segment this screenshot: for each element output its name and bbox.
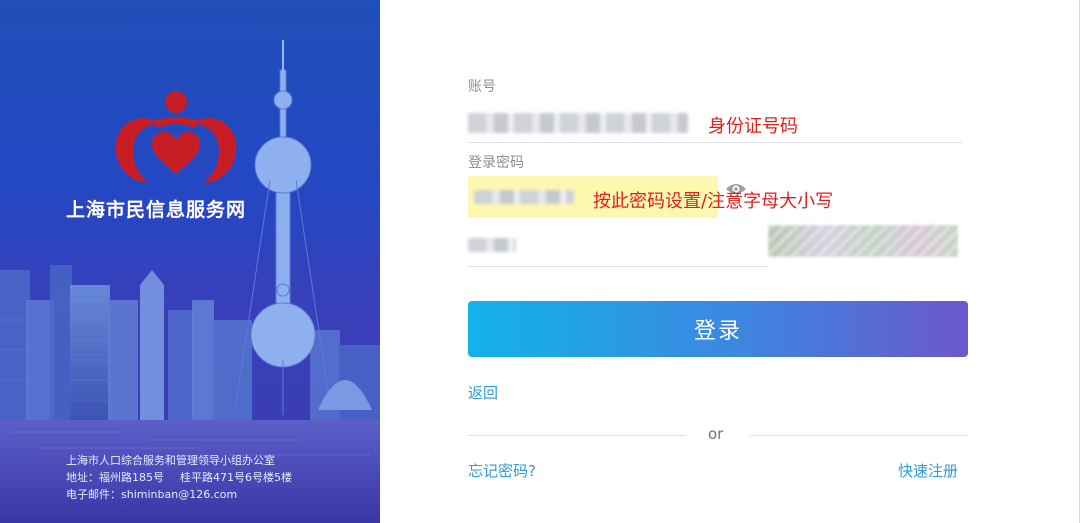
or-divider-right <box>750 435 968 436</box>
back-link[interactable]: 返回 <box>468 382 498 403</box>
forgot-password-link[interactable]: 忘记密码? <box>468 460 536 481</box>
captcha-image[interactable] <box>768 225 958 257</box>
address-label: 地址： <box>66 471 99 484</box>
or-divider-left <box>468 435 686 436</box>
account-underline <box>468 142 963 143</box>
login-form: 账号 身份证号码 登录密码 按此密码设置/注意字母大小写 登录 返回 or 忘记… <box>380 0 1080 523</box>
email-address: shiminban@126.com <box>121 488 238 501</box>
account-annotation: 身份证号码 <box>708 116 798 137</box>
captcha-input[interactable] <box>468 238 516 252</box>
login-button[interactable]: 登录 <box>468 301 968 357</box>
brand-footer: 上海市人口综合服务和管理领导小组办公室 地址：福州路185号 桂平路471号6号楼… <box>66 452 366 503</box>
address-row: 地址：福州路185号 桂平路471号6号楼5楼 <box>66 469 366 486</box>
password-label: 登录密码 <box>468 155 524 171</box>
captcha-underline <box>468 266 768 267</box>
skyline-background-image <box>0 40 380 523</box>
office-name: 上海市人口综合服务和管理领导小组办公室 <box>66 454 275 467</box>
address-1: 福州路185号 <box>99 471 164 484</box>
account-input[interactable] <box>468 113 688 133</box>
email-label: 电子邮件： <box>66 488 121 501</box>
password-annotation: 按此密码设置/注意字母大小写 <box>593 191 834 212</box>
heart-people-logo-icon <box>115 91 237 183</box>
brand-panel: 上海市民信息服务网 上海市人口综合服务和管理领导小组办公室 地址：福州路185号… <box>0 0 380 523</box>
account-label: 账号 <box>468 79 496 95</box>
quick-register-link[interactable]: 快速注册 <box>898 460 958 481</box>
brand-title: 上海市民信息服务网 <box>66 199 247 221</box>
password-input[interactable] <box>474 190 574 204</box>
address-2: 桂平路471号6号楼5楼 <box>180 471 292 484</box>
or-text: or <box>708 425 724 443</box>
email-row: 电子邮件：shiminban@126.com <box>66 486 366 503</box>
